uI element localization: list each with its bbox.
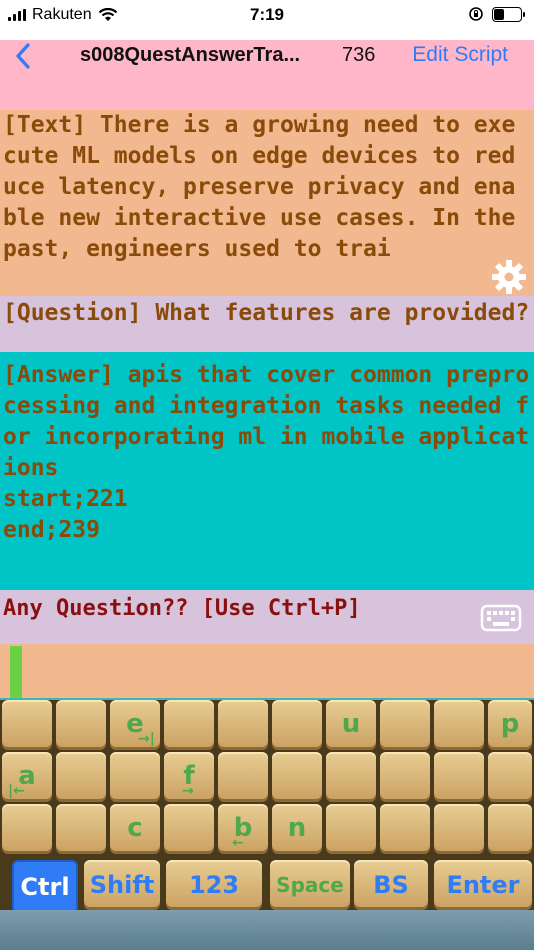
key-r2-9[interactable] (434, 752, 484, 802)
key-r2-10[interactable] (488, 752, 532, 802)
arrow-left-icon: |← (8, 783, 25, 799)
question-text: [Question] What features are provided? (3, 300, 530, 326)
key-r1-1[interactable] (2, 700, 52, 750)
text-panel: [Text] There is a growing need to execut… (0, 110, 534, 296)
key-r2-2[interactable] (56, 752, 106, 802)
key-u[interactable]: u (326, 700, 376, 750)
key-r3-4[interactable] (164, 804, 214, 854)
clock: 7:19 (249, 5, 285, 24)
key-r3-1[interactable] (2, 804, 52, 854)
status-bar: Rakuten 7:19 (0, 0, 534, 40)
status-right (468, 6, 525, 22)
arrow-right-icon: →| (138, 731, 155, 747)
arrow-left-icon: ← (232, 835, 244, 851)
key-a[interactable]: a |← (2, 752, 52, 802)
question-input[interactable] (0, 644, 534, 698)
key-r3-8[interactable] (380, 804, 430, 854)
key-c[interactable]: c (110, 804, 160, 854)
key-r1-8[interactable] (380, 700, 430, 750)
key-r3-7[interactable] (326, 804, 376, 854)
answer-text: [Answer] apis that cover common preproce… (3, 362, 530, 543)
battery-icon (492, 6, 525, 22)
backspace-key[interactable]: BS (354, 860, 428, 910)
key-r1-2[interactable] (56, 700, 106, 750)
back-button[interactable] (14, 40, 38, 72)
key-r2-5[interactable] (218, 752, 268, 802)
answer-panel: [Answer] apis that cover common preproce… (0, 352, 534, 590)
edit-script-button[interactable]: Edit Script (412, 43, 508, 67)
item-count: 736 (342, 44, 376, 66)
key-f[interactable]: f → (164, 752, 214, 802)
keyboard-toggle-icon[interactable] (480, 603, 522, 633)
ctrl-key[interactable]: Ctrl (12, 860, 78, 914)
arrow-right-icon: → (182, 783, 194, 799)
background-image (0, 910, 534, 950)
numbers-key[interactable]: 123 (166, 860, 262, 910)
space-key[interactable]: Space (270, 860, 350, 910)
nav-title: s008QuestAnswerTra... (80, 44, 301, 66)
navigation-bar: s008QuestAnswerTra... 736 Edit Script (0, 40, 534, 110)
prompt-text: Any Question?? [Use Ctrl+P] (3, 596, 361, 621)
key-r3-9[interactable] (434, 804, 484, 854)
key-r3-2[interactable] (56, 804, 106, 854)
key-r1-6[interactable] (272, 700, 322, 750)
text-cursor (10, 646, 22, 698)
key-e[interactable]: e →| (110, 700, 160, 750)
shift-key[interactable]: Shift (84, 860, 160, 910)
key-r2-8[interactable] (380, 752, 430, 802)
key-r1-5[interactable] (218, 700, 268, 750)
key-r3-10[interactable] (488, 804, 532, 854)
key-b[interactable]: b ← (218, 804, 268, 854)
key-r2-7[interactable] (326, 752, 376, 802)
enter-key[interactable]: Enter (434, 860, 532, 910)
key-r2-6[interactable] (272, 752, 322, 802)
gear-icon[interactable] (490, 258, 528, 296)
key-p[interactable]: p (488, 700, 532, 750)
prompt-panel: Any Question?? [Use Ctrl+P] (0, 590, 534, 644)
key-n[interactable]: n (272, 804, 322, 854)
rotation-lock-icon (469, 7, 483, 21)
key-r2-3[interactable] (110, 752, 160, 802)
context-text: [Text] There is a growing need to execut… (3, 112, 516, 262)
key-r1-4[interactable] (164, 700, 214, 750)
key-r1-9[interactable] (434, 700, 484, 750)
question-panel: [Question] What features are provided? (0, 296, 534, 352)
chevron-left-icon (16, 43, 30, 69)
